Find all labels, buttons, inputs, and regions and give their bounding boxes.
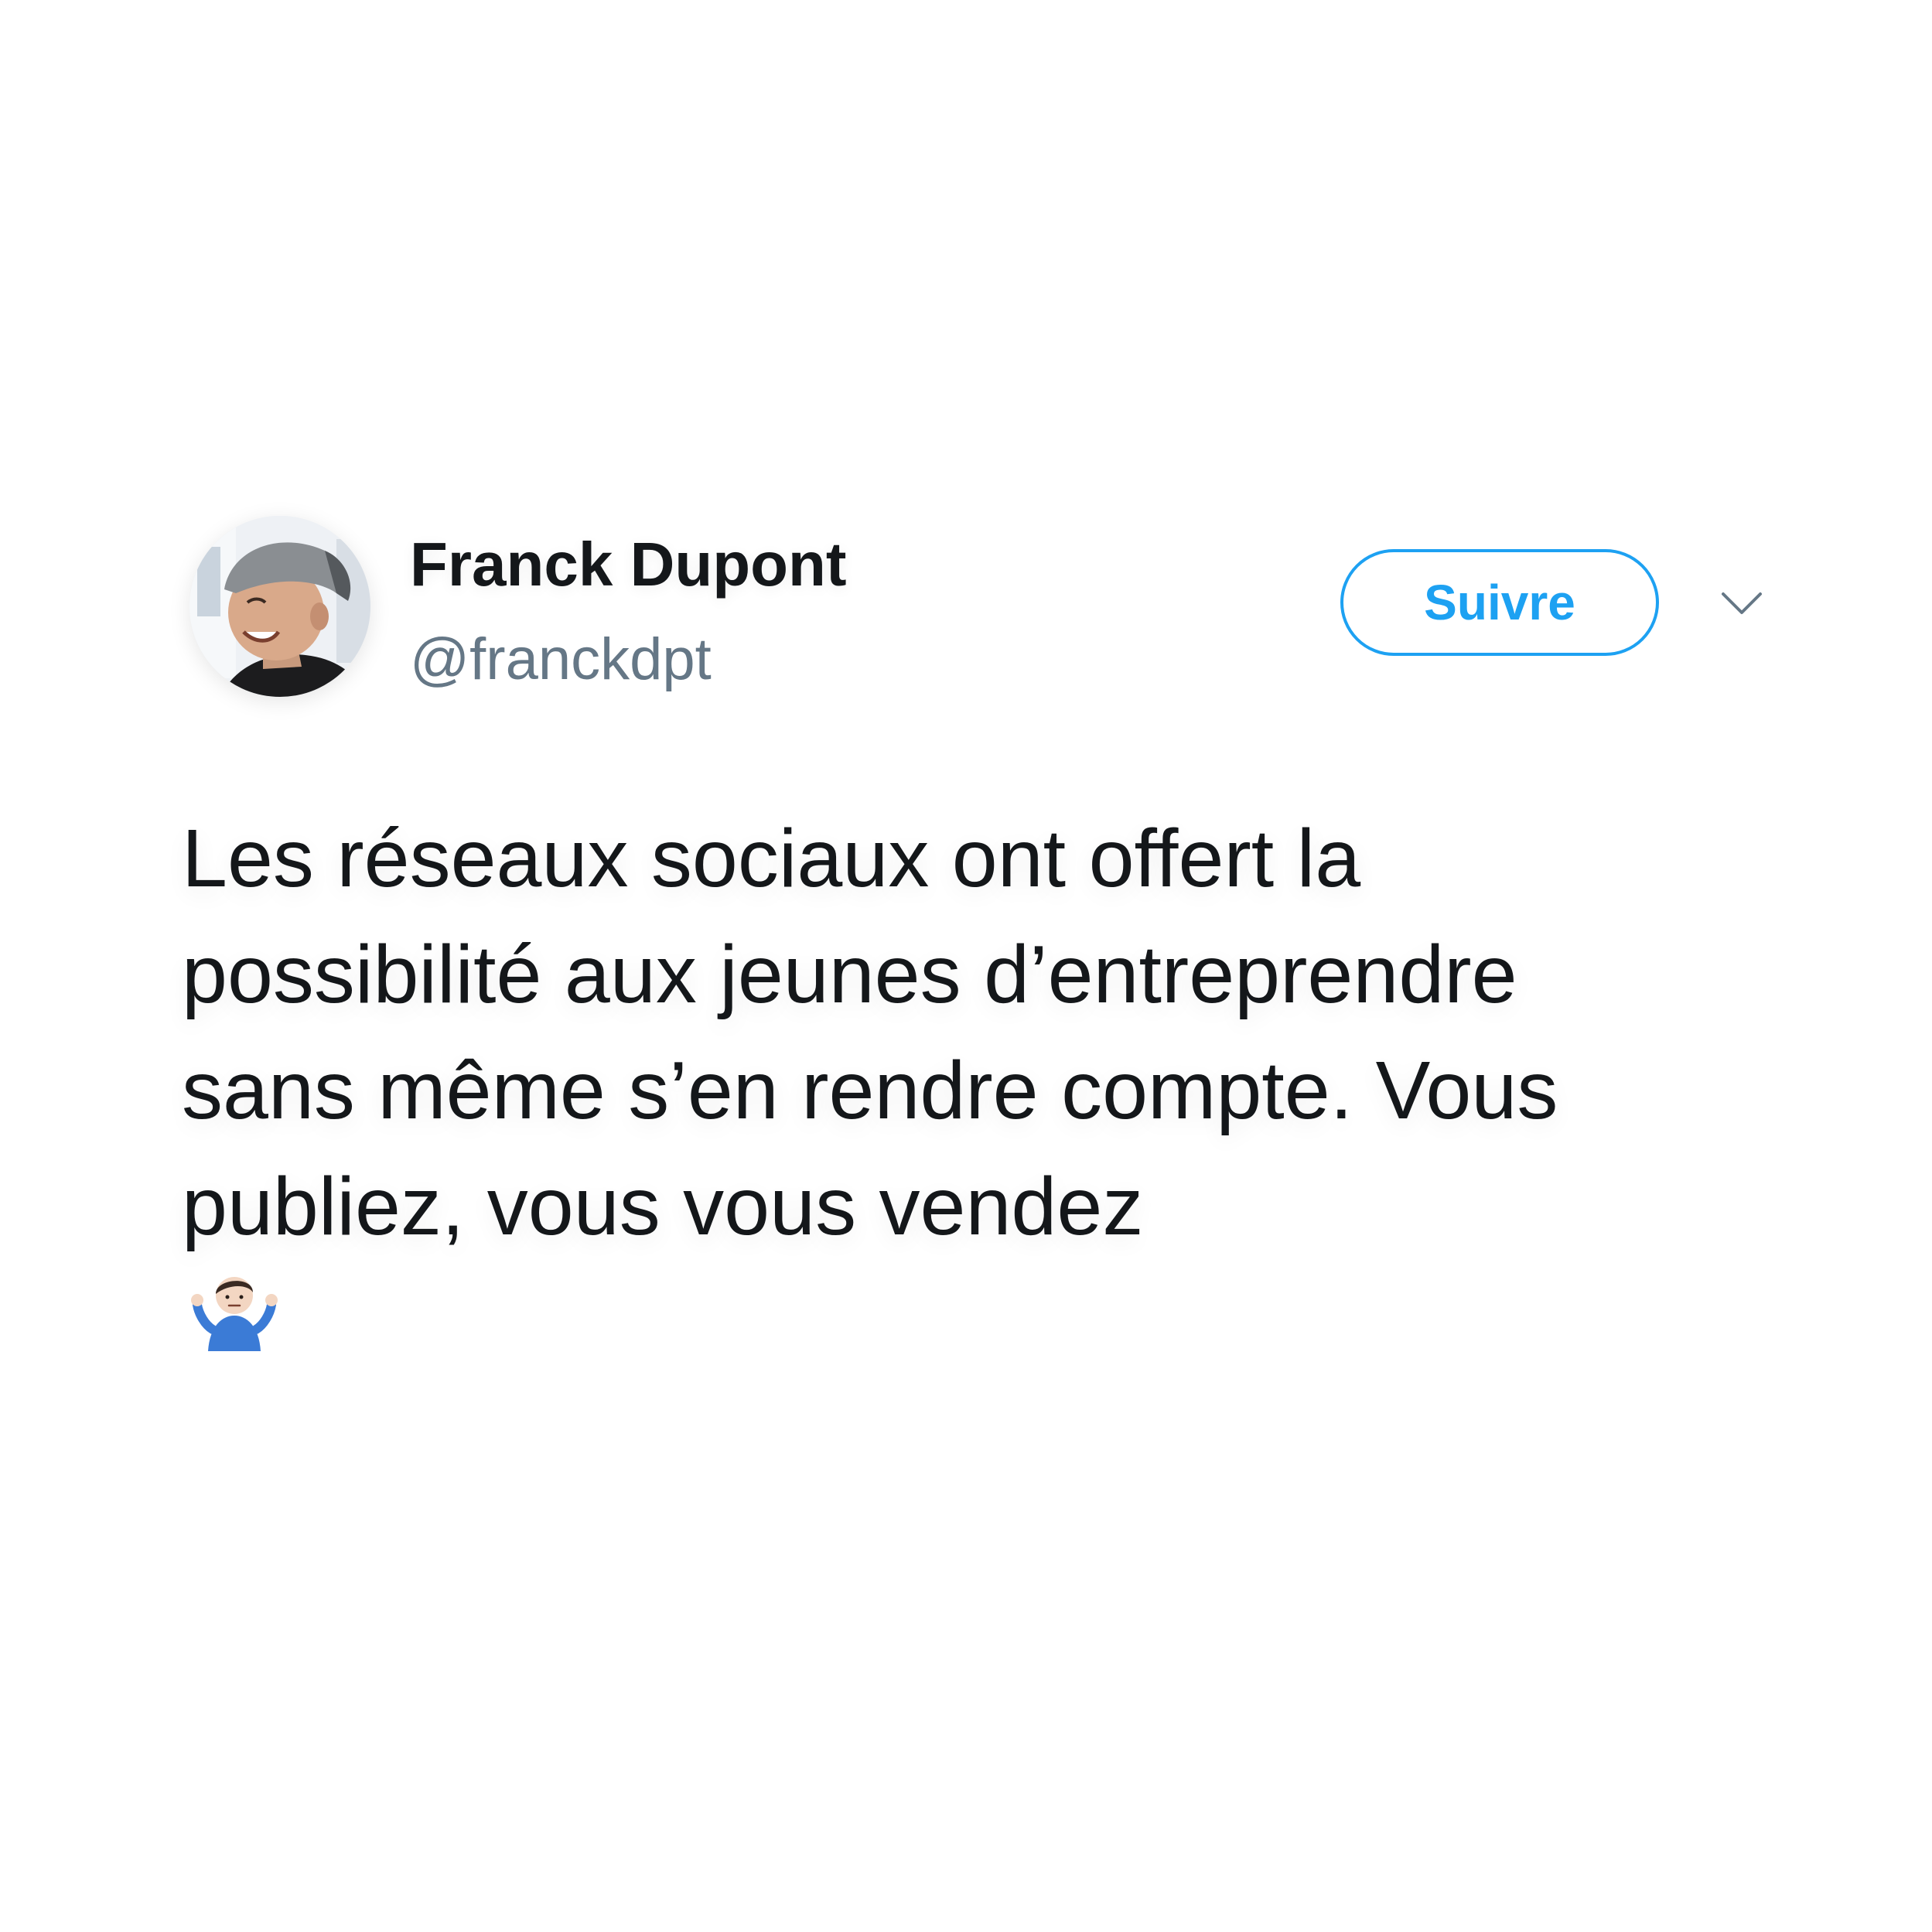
user-handle[interactable]: @franckdpt: [410, 630, 712, 689]
tweet-text-line: possibilité aux jeunes d’entreprendre: [182, 929, 1517, 1020]
profile-photo: [189, 516, 370, 697]
tweet-text-line: sans même s’en rendre compte. Vous: [182, 1045, 1558, 1136]
person-shrugging-emoji: [191, 1265, 278, 1351]
avatar[interactable]: [189, 516, 370, 697]
tweet-text-line: Les réseaux sociaux ont offert la: [182, 813, 1361, 904]
follow-button[interactable]: Suivre: [1340, 549, 1659, 656]
chevron-down-icon[interactable]: [1719, 588, 1765, 619]
tweet-text-line: publiez, vous vous vendez: [182, 1161, 1144, 1252]
tweet-text-line-last: publiez, vous vous vendez: [182, 1149, 1821, 1351]
tweet-text: Les réseaux sociaux ont offert la possib…: [182, 800, 1821, 1351]
display-name[interactable]: Franck Dupont: [410, 534, 846, 596]
tweet-card: Franck Dupont @franckdpt Suivre Les rése…: [0, 0, 1932, 1932]
